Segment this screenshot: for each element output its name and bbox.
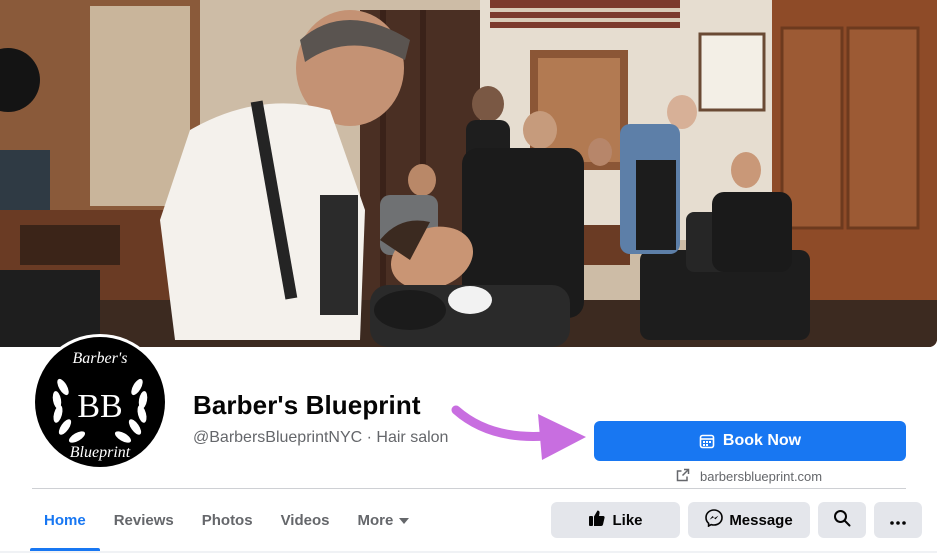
avatar-logo-initials: BB [77,388,122,425]
cover-photo[interactable] [0,0,937,347]
avatar-logo-bottom-text: Blueprint [70,444,131,461]
message-button[interactable]: Message [688,502,810,538]
page-title: Barber's Blueprint [193,390,421,420]
page-avatar[interactable]: Barber's BB Blueprint [32,334,168,470]
page-actions: Like Message [551,502,922,538]
page-handle-category: @BarbersBlueprintNYC · Hair salon [193,429,449,446]
chevron-down-icon [399,512,410,529]
website-url: barbersblueprint.com [700,468,823,484]
tab-reviews[interactable]: Reviews [100,489,188,551]
cover-photo-illustration [0,0,937,347]
calendar-icon [699,433,715,449]
book-now-label: Book Now [722,432,802,449]
avatar-logo: Barber's BB Blueprint [35,337,165,467]
tab-home-label: Home [44,511,86,529]
search-button[interactable] [818,502,866,538]
more-dots-icon [890,512,906,529]
search-icon [833,509,851,531]
like-label: Like [612,511,643,529]
tab-photos-label: Photos [201,511,253,529]
tab-videos[interactable]: Videos [267,489,344,551]
laurel-wreath-logo-icon: Barber's BB Blueprint [52,350,148,461]
tab-reviews-label: Reviews [113,511,174,529]
page-tabs: Home Reviews Photos Videos More [30,489,423,551]
thumbs-up-icon [588,509,606,531]
tab-more[interactable]: More [344,489,424,551]
website-link[interactable]: barbersblueprint.com [676,466,822,486]
avatar-logo-top-text: Barber's [73,350,128,367]
pointer-arrow [451,405,586,460]
like-button[interactable]: Like [551,502,680,538]
tab-more-label: More [357,511,394,529]
tab-videos-label: Videos [280,511,330,529]
message-label: Message [729,511,793,529]
tab-photos[interactable]: Photos [188,489,267,551]
tab-home[interactable]: Home [30,489,100,551]
more-options-button[interactable] [874,502,922,538]
external-link-icon [676,468,690,485]
book-now-button[interactable]: Book Now [594,421,906,461]
messenger-icon [705,509,724,531]
